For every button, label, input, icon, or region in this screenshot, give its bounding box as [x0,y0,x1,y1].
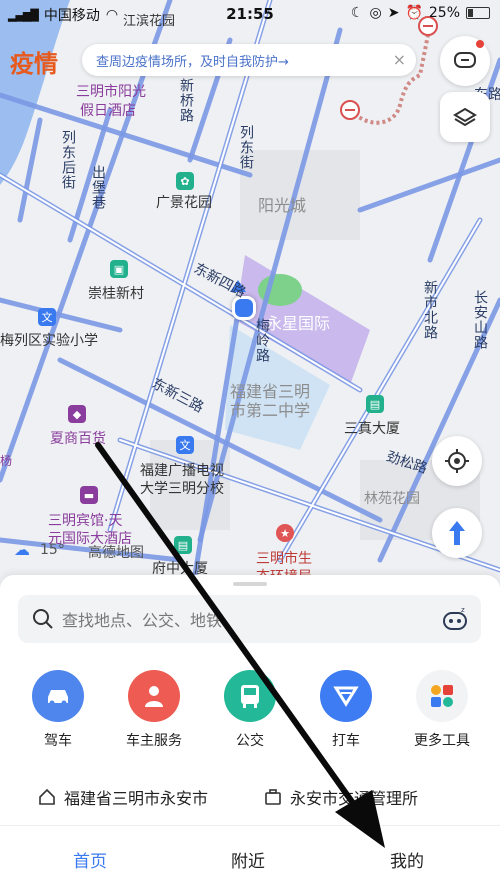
status-bar: ▂▄▆█ 中国移动 ◠ 21:55 ☾ ◎ ➤ ⏰ 25% [0,0,500,28]
bottom-sheet[interactable]: 查找地点、公交、地铁 z 驾车 车主服务 公交 打车 更多工具 福建省三明市永安… [0,575,500,889]
more-tools-icon [416,670,468,722]
service-taxi[interactable]: 打车 [306,670,386,750]
recent-place-1-label: 福建省三明市永安市 [64,789,209,808]
home-icon [39,788,55,805]
park-poi-icon: ✿ [176,172,194,190]
service-owner-label: 车主服务 [126,733,182,749]
map-label-lie-school[interactable]: 梅列区实验小学 [0,330,98,350]
map-label-meiling-road: 梅岭路 [254,318,270,363]
taxi-icon [320,670,372,722]
service-more-tools-label: 更多工具 [414,733,470,749]
crosshair-icon [445,449,469,473]
divider [0,825,500,826]
location-arrow-icon: ➤ [387,5,400,21]
map-label-guangjing[interactable]: 广景花园 [156,192,212,212]
epidemic-promo-badge[interactable]: 疫情 [10,44,58,79]
tab-nearby[interactable]: 附近 [231,847,265,872]
map-label-xinshi-north-road: 新市北路 [422,280,438,340]
lock-rotation-icon: ◎ [369,5,382,21]
layers-icon [453,107,477,127]
service-owner[interactable]: 车主服务 [114,670,194,750]
recent-place-2[interactable]: 永安市交通管理所 [264,785,418,809]
recent-place-2-label: 永安市交通管理所 [290,789,419,808]
tab-home[interactable]: 首页 [73,847,107,872]
school-poi-icon-lie: 文 [38,308,56,326]
service-bus[interactable]: 公交 [210,670,290,750]
map-label-sanming-yangguang[interactable]: 三明市阳光 [76,81,146,101]
map-label-xinqiao-road: 新桥路 [178,78,194,123]
service-drive[interactable]: 驾车 [18,670,98,750]
battery-icon [466,7,490,19]
sheet-drag-handle[interactable] [233,582,267,586]
bottom-tab-bar: 首页 附近 我的 [0,837,500,881]
briefcase-icon [265,789,281,805]
search-input[interactable]: 查找地点、公交、地铁 z [18,595,481,643]
locate-me-button[interactable] [432,436,482,486]
map-label-yangguang-city[interactable]: 阳光城 [258,192,306,216]
weather-cloud-icon: ☁ [14,540,30,559]
epidemic-notice-text: 查周边疫情场所，及时自我防护→ [96,54,289,70]
layers-button[interactable] [440,92,490,142]
map-label-liedong-back-street: 列东后街 [60,130,76,190]
service-drive-label: 驾车 [44,733,72,749]
building-poi-icon: ▤ [366,395,384,413]
voice-assistant-icon[interactable]: z [441,605,469,633]
service-more-tools[interactable]: 更多工具 [402,670,482,750]
notice-close-button[interactable]: × [393,50,406,69]
residential-poi-icon: ▣ [110,260,128,278]
battery-percent: 25% [428,5,460,21]
service-taxi-label: 打车 [332,733,360,749]
moon-icon: ☾ [350,5,364,21]
search-icon [33,609,53,629]
route-arrow-icon [449,521,465,545]
map-label-no2-school-line2[interactable]: 市第二中学 [230,397,310,421]
map-label-chonggui[interactable]: 崇桂新村 [88,283,144,303]
office-poi-icon: ▤ [174,536,192,554]
notification-dot [476,40,484,48]
map-label-linyuan[interactable]: 林苑花园 [364,488,420,508]
school-poi-icon-tv: 文 [176,436,194,454]
map-label-sanzhen[interactable]: 三真大厦 [344,418,400,438]
epidemic-notice-bar[interactable]: 查周边疫情场所，及时自我防护→ × [82,44,416,76]
map-label-yang: 杨 [0,454,13,468]
shopping-poi-icon: ◆ [68,405,86,423]
road-closed-icon [340,100,360,120]
feedback-button[interactable] [440,36,490,86]
map-label-tv-univ-line2[interactable]: 大学三明分校 [140,478,224,498]
route-button[interactable] [432,508,482,558]
map-label-chubao-lane: 出堡巷 [90,165,106,210]
government-poi-icon: ★ [276,524,294,542]
map-label-center-line1[interactable]: 三明市生 [256,548,312,568]
map-label-tv-univ-line1[interactable]: 福建广播电视 [140,460,224,480]
car-icon [32,670,84,722]
map-label-jiari-hotel[interactable]: 假日酒店 [80,100,136,120]
map-label-sanming-hotel-line1[interactable]: 三明宾馆·天 [48,510,122,530]
alarm-icon: ⏰ [405,5,423,21]
owner-service-icon [128,670,180,722]
svg-text:z: z [461,606,465,614]
map-label-xiashang[interactable]: 夏商百货 [50,428,106,448]
map-label-gaode: 高德地图 [88,545,144,561]
search-placeholder: 查找地点、公交、地铁 [62,611,223,630]
tab-mine[interactable]: 我的 [390,847,424,872]
service-bus-label: 公交 [236,733,264,749]
message-icon [454,52,476,68]
bus-icon [224,670,276,722]
hotel-poi-icon: ▬ [80,486,98,504]
map-label-liedong-street: 列东街 [238,125,254,170]
map-label-changshan-road: 长安山路 [472,290,488,350]
recent-place-1[interactable]: 福建省三明市永安市 [38,785,208,809]
weather-temperature[interactable]: 15° [40,542,65,558]
map-label-yongxing[interactable]: 永星国际 [266,310,330,334]
